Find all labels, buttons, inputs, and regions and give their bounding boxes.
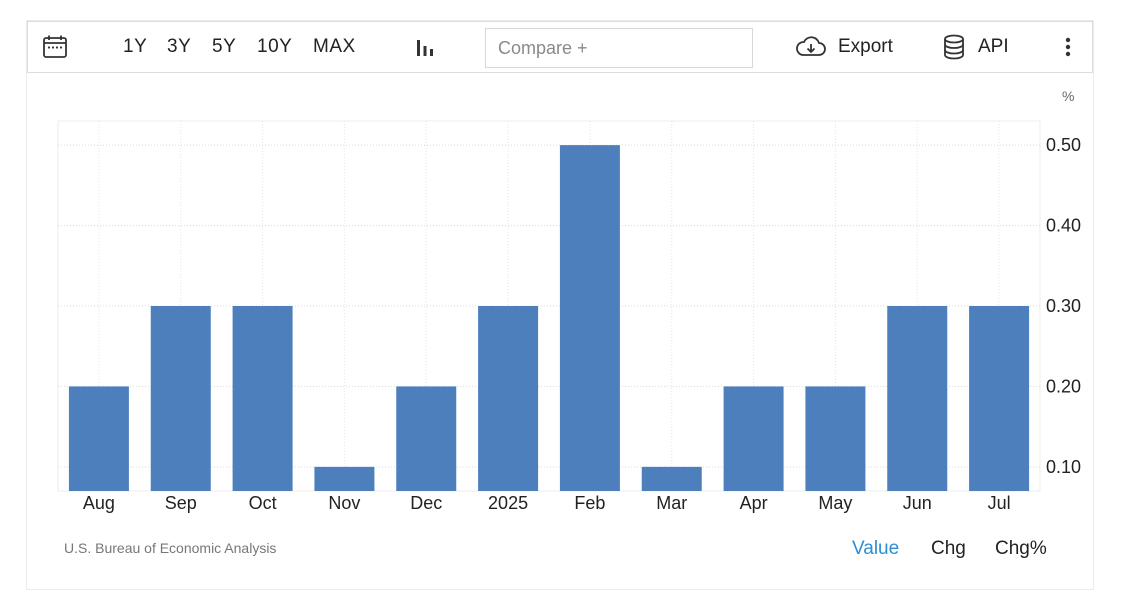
x-tick-label: Aug (83, 493, 115, 513)
x-tick-label: Jun (903, 493, 932, 513)
view-chg-pct-button[interactable]: Chg% (995, 538, 1047, 560)
bar (805, 386, 866, 491)
y-tick-label: 0.10 (1046, 457, 1081, 477)
x-tick-label: Apr (740, 493, 768, 513)
bar (314, 466, 375, 491)
x-tick-label: Mar (656, 493, 687, 513)
bar (969, 306, 1030, 491)
y-tick-label: 0.40 (1046, 216, 1081, 236)
bar (478, 306, 539, 491)
x-tick-label: Dec (410, 493, 442, 513)
x-tick-label: May (818, 493, 852, 513)
x-tick-label: Nov (328, 493, 360, 513)
bar (396, 386, 457, 491)
view-value-button[interactable]: Value (852, 538, 899, 560)
x-tick-label: 2025 (488, 493, 528, 513)
y-tick-label: 0.30 (1046, 296, 1081, 316)
bar (232, 306, 293, 491)
x-tick-label: Jul (988, 493, 1011, 513)
x-tick-label: Oct (249, 493, 277, 513)
view-chg-button[interactable]: Chg (931, 538, 966, 560)
y-tick-label: 0.50 (1046, 135, 1081, 155)
bar (559, 145, 620, 491)
bar (723, 386, 784, 491)
bar (150, 306, 211, 491)
source-label: U.S. Bureau of Economic Analysis (64, 540, 277, 556)
x-tick-label: Sep (165, 493, 197, 513)
bar (68, 386, 129, 491)
bar (887, 306, 948, 491)
bar (641, 466, 702, 491)
bar-chart: 0.10 0.20 0.30 0.40 0.50 Aug Sep Oct Nov Dec 2025 F… (57, 120, 1081, 513)
x-tick-label: Feb (574, 493, 605, 513)
y-tick-label: 0.20 (1046, 376, 1081, 396)
